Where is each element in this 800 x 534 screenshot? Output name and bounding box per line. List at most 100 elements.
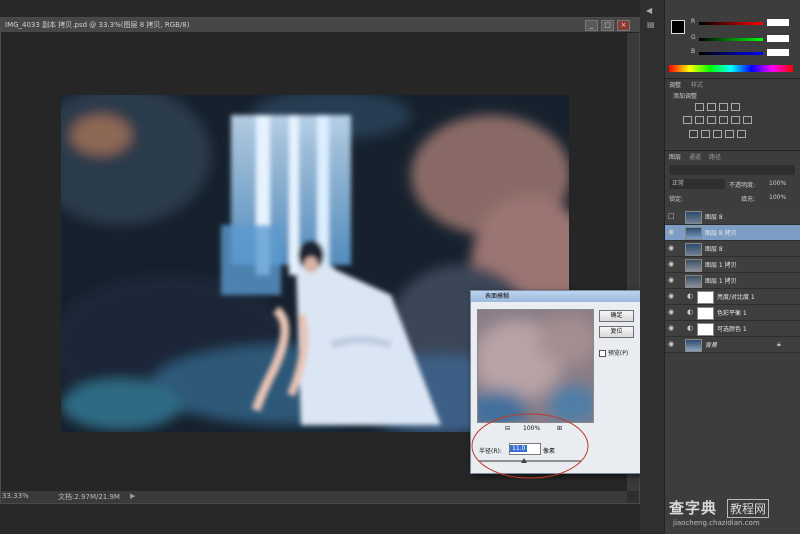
layer-filter-bar[interactable] (669, 165, 795, 175)
threshold-icon[interactable] (713, 130, 722, 138)
channel-b-label: B (691, 48, 696, 55)
layer-mask-thumbnail (697, 307, 714, 320)
layer-name: 图层 8 (705, 214, 723, 221)
foreground-color-swatch[interactable] (671, 20, 685, 34)
radius-value[interactable]: 11.0 (510, 445, 528, 452)
eye-icon[interactable]: ◉ (668, 228, 677, 236)
channel-g-label: G (691, 34, 696, 41)
adjustment-icons-row-2 (683, 116, 755, 126)
tab-styles[interactable]: 样式 (691, 80, 703, 89)
brightness-icon[interactable] (695, 103, 704, 111)
layer-row[interactable]: ◉ ◐ 可选颜色 1 (665, 321, 800, 337)
preview-checkbox[interactable]: 预览(P) (599, 348, 628, 357)
exposure-icon[interactable] (731, 103, 740, 111)
red-slider[interactable] (699, 22, 763, 25)
hue-icon[interactable] (695, 116, 704, 124)
black-white-icon[interactable] (719, 116, 728, 124)
layer-row-selected[interactable]: ◉ 图层 8 拷贝 (665, 225, 800, 241)
photo-filter-icon[interactable] (731, 116, 740, 124)
gradient-map-icon[interactable] (725, 130, 734, 138)
adjustments-heading: 添加调整 (673, 93, 698, 100)
layer-row[interactable]: ◉ 图层 1 拷贝 (665, 273, 800, 289)
history-icon[interactable]: ▤ (647, 20, 655, 29)
layer-row[interactable]: ◉ ◐ 色彩平衡 1 (665, 305, 800, 321)
opacity-value[interactable]: 100% (769, 180, 786, 187)
adjustment-icons-row-1 (695, 103, 743, 113)
channel-mixer-icon[interactable] (743, 116, 752, 124)
layer-thumbnail (685, 211, 702, 224)
adjustment-layer-icon: ◐ (687, 324, 694, 332)
fill-value[interactable]: 100% (769, 194, 786, 201)
zoom-out-icon[interactable]: ⊟ (505, 425, 510, 432)
layer-row[interactable]: □ 图层 8 (665, 209, 800, 225)
tab-adjustments[interactable]: 调整 (669, 80, 681, 89)
layer-thumbnail (685, 243, 702, 256)
eye-icon[interactable]: ◉ (668, 244, 677, 252)
channel-r-label: R (691, 18, 696, 25)
layer-row[interactable]: ◉ ◐ 亮度/对比度 1 (665, 289, 800, 305)
dialog-titlebar[interactable]: 表面模糊 (471, 291, 657, 302)
zoom-in-icon[interactable]: ⊞ (557, 425, 562, 432)
close-document-button[interactable]: × (617, 20, 630, 31)
color-balance-icon[interactable] (707, 116, 716, 124)
color-spectrum[interactable] (669, 65, 793, 72)
adjustment-icons-row-3 (689, 130, 749, 140)
minimize-button[interactable]: _ (585, 20, 598, 31)
lock-icon: 🔒︎ (777, 340, 781, 348)
reset-button[interactable]: 复位 (599, 326, 634, 338)
document-titlebar[interactable]: IMG_4033 副本 拷贝.psd @ 33.3%(图层 8 拷贝, RGB/… (1, 18, 639, 33)
zoom-value: 100% (523, 425, 541, 432)
panel-icon-strip: ◀ ▤ (640, 0, 664, 533)
maximize-button[interactable]: □ (601, 20, 614, 31)
eye-icon[interactable]: ◉ (668, 292, 677, 300)
layer-row[interactable]: ◉ 背景 🔒︎ (665, 337, 800, 353)
green-slider[interactable] (699, 38, 763, 41)
blend-mode-value: 正常 (672, 180, 685, 187)
radius-input[interactable]: 11.0 (509, 443, 541, 455)
selective-color-icon[interactable] (737, 130, 746, 138)
document-title: IMG_4033 副本 拷贝.psd @ 33.3%(图层 8 拷贝, RGB/… (5, 21, 190, 29)
ok-button[interactable]: 确定 (599, 310, 634, 322)
filter-preview[interactable] (477, 309, 594, 423)
preview-label: 预览(P) (607, 350, 629, 357)
radius-label: 半径(R): (479, 448, 502, 455)
red-value-input[interactable] (767, 19, 789, 26)
tab-layers[interactable]: 图层 (669, 152, 681, 161)
levels-icon[interactable] (707, 103, 716, 111)
zoom-status[interactable]: 33.33% (2, 492, 29, 500)
panel-collapse-icon[interactable]: ◀ (646, 6, 652, 15)
fill-label: 填充: (741, 196, 756, 203)
layer-thumbnail (685, 227, 702, 240)
visibility-toggle[interactable]: □ (668, 212, 677, 220)
radius-slider[interactable] (479, 460, 581, 462)
status-arrow-icon[interactable]: ▶ (130, 492, 135, 500)
layer-mask-thumbnail (697, 323, 714, 336)
green-value-input[interactable] (767, 35, 789, 42)
posterize-icon[interactable] (701, 130, 710, 138)
layer-row[interactable]: ◉ 图层 8 (665, 241, 800, 257)
blend-mode-select[interactable]: 正常 (669, 179, 725, 189)
blue-slider[interactable] (699, 52, 763, 55)
opacity-label: 不透明度: (729, 182, 756, 189)
eye-icon[interactable]: ◉ (668, 260, 677, 268)
eye-icon[interactable]: ◉ (668, 308, 677, 316)
blue-value-input[interactable] (767, 49, 789, 56)
vibrance-icon[interactable] (683, 116, 692, 124)
radius-slider-thumb[interactable] (521, 458, 527, 463)
layer-row[interactable]: ◉ 图层 1 拷贝 (665, 257, 800, 273)
layer-name: 亮度/对比度 1 (717, 294, 755, 301)
eye-icon[interactable]: ◉ (668, 276, 677, 284)
checkbox-icon[interactable] (599, 350, 606, 357)
layer-thumbnail (685, 275, 702, 288)
layer-name: 背景 (705, 342, 718, 349)
eye-icon[interactable]: ◉ (668, 340, 677, 348)
adjustment-layer-icon: ◐ (687, 292, 694, 300)
watermark-brand: 查字典 (669, 499, 718, 517)
layer-mask-thumbnail (697, 291, 714, 304)
tab-paths[interactable]: 路径 (709, 152, 721, 161)
layer-name: 图层 1 拷贝 (705, 278, 737, 285)
invert-icon[interactable] (689, 130, 698, 138)
eye-icon[interactable]: ◉ (668, 324, 677, 332)
curves-icon[interactable] (719, 103, 728, 111)
tab-channels[interactable]: 通道 (689, 152, 701, 161)
